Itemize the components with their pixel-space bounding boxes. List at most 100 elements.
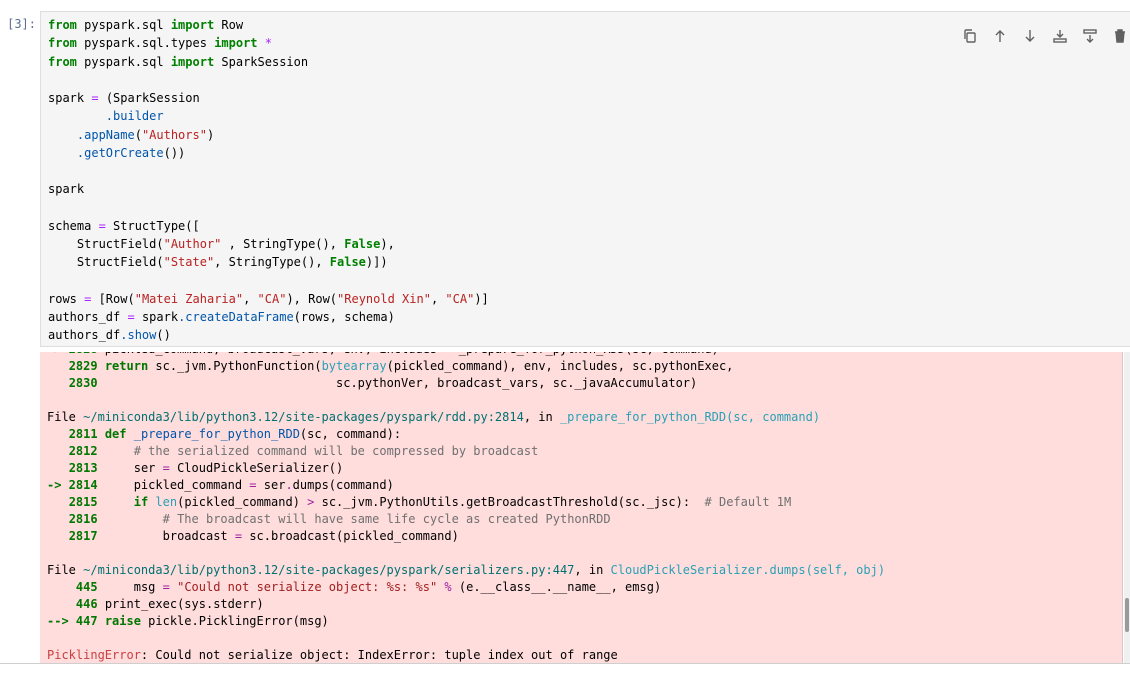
error-token: (pickled_command), env, includes, sc.pyt… [386, 359, 734, 373]
code-token: from [48, 36, 77, 51]
code-token: () [156, 328, 171, 343]
error-token: _prepare_for_python_RDD(sc, command) [559, 410, 821, 424]
error-token [47, 495, 69, 509]
code-token: .getOrCreate [76, 145, 164, 160]
error-token [47, 376, 69, 390]
trash-icon [1115, 29, 1125, 43]
code-token: pyspark.sql [76, 18, 171, 32]
error-token [127, 427, 134, 441]
code-token: .builder [105, 109, 164, 124]
copy-icon [964, 29, 976, 43]
error-token: (pickled_command) [177, 495, 308, 509]
error-token [47, 512, 69, 526]
error-token: _prepare_for_python_RDD [133, 427, 300, 441]
code-line: .appName("Authors") [48, 126, 489, 144]
code-token: spark [48, 91, 92, 105]
code-token: , StringType(), [214, 255, 330, 270]
output-scrollbar[interactable] [1124, 352, 1130, 663]
code-token: "Matei Zaharia" [134, 291, 244, 306]
code-token: Row [214, 18, 244, 32]
code-line: .builder [48, 107, 489, 125]
cell-toolbar [955, 26, 1130, 46]
error-token: File [47, 410, 84, 424]
code-token: (rows, schema) [293, 310, 395, 324]
insert-below-button[interactable] [1075, 26, 1105, 46]
code-token: , StringType(), [221, 237, 345, 251]
error-token: sc._jvm.PythonFunction( [148, 359, 322, 373]
code-token: )] [474, 291, 489, 306]
error-token: ~/miniconda3/lib/python3.12/site-package… [83, 563, 575, 577]
error-line: File ~/miniconda3/lib/python3.12/site-pa… [47, 409, 885, 426]
code-token: schema [48, 218, 99, 233]
error-token: # the serialized command will be compres… [133, 444, 539, 458]
delete-cell-button[interactable] [1105, 26, 1130, 46]
code-line: from pyspark.sql import Row [48, 16, 489, 34]
error-token: 2830 [68, 376, 98, 390]
code-token: = [127, 310, 135, 324]
code-token: ), [380, 237, 395, 251]
error-line: File ~/miniconda3/lib/python3.12/site-pa… [47, 562, 885, 579]
error-line: 446 print_exec(sys.stderr) [47, 596, 885, 613]
code-token: = [91, 91, 99, 105]
code-line: authors_df = spark.createDataFrame(rows,… [48, 308, 489, 326]
error-token: = [249, 478, 257, 492]
code-lines[interactable]: from pyspark.sql import Row from pyspark.… [48, 16, 489, 345]
code-token: import [170, 18, 215, 32]
error-token: 2812 [68, 444, 98, 458]
error-token: def [104, 427, 127, 441]
error-token: sc._jvm.PythonUtils.getBroadcastThreshol… [314, 495, 705, 509]
error-token: 2815 [68, 495, 98, 509]
error-token [47, 580, 76, 594]
error-token: pickle.PicklingError(msg) [140, 614, 329, 628]
code-line: spark = (SparkSession [48, 89, 489, 107]
scrollbar-thumb[interactable] [1125, 598, 1129, 632]
code-token: , [243, 291, 258, 306]
move-down-button[interactable] [1015, 26, 1045, 46]
error-token: (sc, command): [299, 427, 402, 441]
code-token: "CA" [445, 291, 475, 306]
code-token: * [257, 36, 272, 51]
duplicate-cell-button[interactable] [955, 26, 985, 46]
error-token: pickled_command, broadcast_vars, env, in… [98, 352, 719, 356]
error-line: --> 447 raise pickle.PicklingError(msg) [47, 613, 885, 630]
code-line: rows = [Row("Matei Zaharia", "CA"), Row(… [48, 290, 489, 308]
code-token: ( [134, 127, 142, 142]
error-token [47, 427, 69, 441]
code-token: from [48, 54, 77, 69]
error-line: 2815 if len(pickled_command) > sc._jvm.P… [47, 494, 885, 511]
code-cell-editor[interactable]: from pyspark.sql import Row from pyspark.… [40, 11, 1130, 347]
error-output: -> 2828 pickled_command, broadcast_vars,… [40, 352, 1123, 663]
error-line: 2817 broadcast = sc.broadcast(pickled_co… [47, 528, 885, 545]
error-line: 2816 # The broadcast will have same life… [47, 511, 885, 528]
error-token: PicklingError [47, 648, 141, 662]
code-line: spark [48, 180, 489, 198]
error-token: sc.broadcast(pickled_command) [242, 529, 459, 543]
code-token: False [344, 237, 381, 251]
arrow-down-icon [1025, 30, 1035, 42]
error-line: 2829 return sc._jvm.PythonFunction(bytea… [47, 358, 885, 375]
arrow-up-icon [995, 30, 1005, 42]
error-token [98, 614, 105, 628]
code-token: ) [206, 127, 215, 142]
code-token: import [214, 36, 258, 51]
error-token: -> 2828 [47, 352, 98, 356]
code-token: [Row( [91, 291, 135, 306]
error-token: % [444, 580, 452, 594]
code-token: import [170, 54, 215, 69]
traceback: -> 2828 pickled_command, broadcast_vars,… [47, 352, 885, 663]
code-token: authors_df [48, 328, 121, 343]
code-token: "Author" [163, 237, 222, 251]
insert-above-button[interactable] [1045, 26, 1075, 46]
move-up-button[interactable] [985, 26, 1015, 46]
error-token: . [285, 478, 293, 492]
code-line: .getOrCreate()) [48, 144, 489, 162]
error-token [98, 427, 105, 441]
error-line: 2830 sc.pythonVer, broadcast_vars, sc._j… [47, 375, 885, 392]
error-token: 445 [75, 580, 98, 594]
error-token [98, 359, 105, 373]
code-token: SparkSession [214, 54, 309, 69]
insert-above-icon [1053, 30, 1067, 43]
